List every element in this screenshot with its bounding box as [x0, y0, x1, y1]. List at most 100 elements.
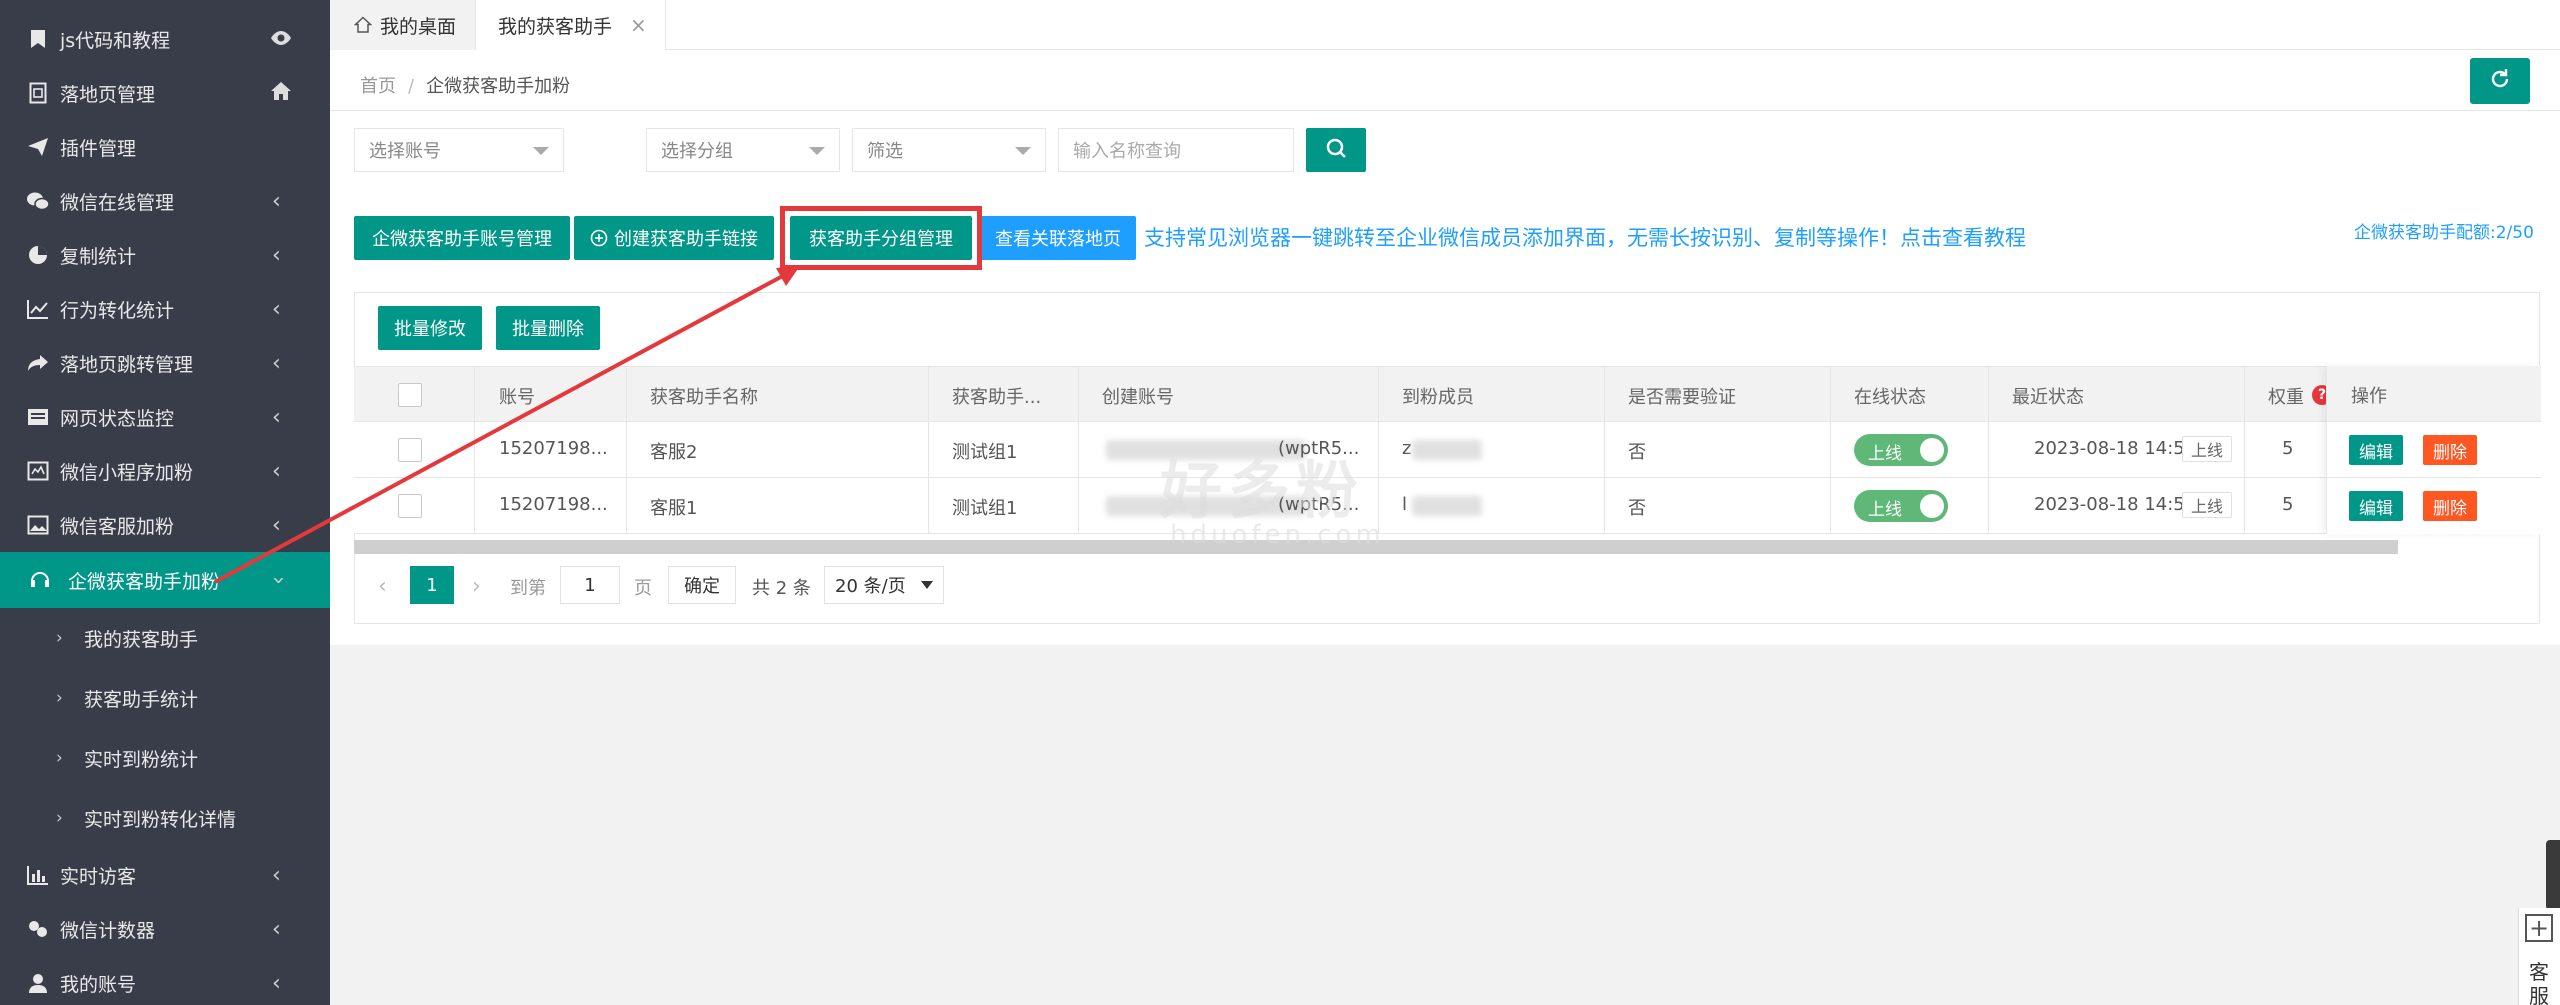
cell-weight: 5	[2282, 494, 2294, 515]
customer-service-widget[interactable]: + 客服	[2518, 908, 2560, 1005]
filter-select[interactable]: 筛选	[852, 128, 1046, 172]
online-toggle-label: 上线	[1868, 500, 1902, 520]
breadcrumb-current: 企微获客助手加粉	[426, 76, 571, 97]
sidebar-item-my-account[interactable]: 我的账号 ‹	[0, 956, 330, 1005]
sidebar-subitem-label: 获客助手统计	[84, 688, 199, 711]
close-icon[interactable]: ×	[630, 13, 647, 37]
sidebar-item-wechat-online[interactable]: 微信在线管理 ‹	[0, 174, 330, 228]
sidebar-item-label: 落地页管理	[60, 83, 156, 106]
name-search-placeholder: 输入名称查询	[1073, 141, 1181, 162]
sidebar-item-wework-assistant[interactable]: 企微获客助手加粉 ‹	[0, 552, 330, 608]
delete-button[interactable]: 删除	[2423, 435, 2477, 465]
sidebar-item-redirect[interactable]: 落地页跳转管理 ‹	[0, 336, 330, 390]
sidebar-subitem-realtime-fans[interactable]: › 实时到粉统计	[0, 728, 330, 788]
search-button[interactable]	[1306, 128, 1366, 172]
sidebar-subitem-my-assistant[interactable]: › 我的获客助手	[0, 608, 330, 668]
sidebar-item-wechat-counter[interactable]: 微信计数器 ‹	[0, 902, 330, 956]
cell-member: z	[1402, 438, 1412, 459]
sidebar-item-js-code[interactable]: js代码和教程	[0, 12, 330, 66]
table-row[interactable]: 15207198... 客服2 测试组1 (wptR5... z 否 上线 20…	[354, 422, 2540, 478]
next-page-icon[interactable]: ›	[472, 574, 481, 599]
user-icon	[26, 971, 50, 995]
chevron-right-icon: ›	[56, 628, 63, 648]
column-divider	[1604, 366, 1605, 534]
cell-account: 15207198...	[499, 438, 608, 459]
per-page-select[interactable]: 20 条/页	[824, 566, 944, 604]
column-divider	[474, 366, 475, 534]
sidebar-item-label: 插件管理	[60, 137, 137, 160]
sidebar-subitem-conversion-details[interactable]: › 实时到粉转化详情	[0, 788, 330, 848]
header-creator[interactable]: 创建账号	[1102, 383, 1174, 409]
cell-name: 客服1	[650, 498, 698, 519]
bookmark-icon	[26, 27, 50, 51]
sidebar-item-label: js代码和教程	[60, 29, 171, 52]
monitor-icon	[26, 405, 50, 429]
tab-bar: 我的桌面 我的获客助手 ×	[330, 0, 2560, 50]
sidebar-item-page-monitor[interactable]: 网页状态监控 ‹	[0, 390, 330, 444]
edit-button[interactable]: 编辑	[2349, 435, 2403, 465]
watermark-logo: 好多粉	[1160, 454, 1365, 527]
sidebar-item-realtime-visitors[interactable]: 实时访客 ‹	[0, 848, 330, 902]
header-online[interactable]: 在线状态	[1854, 383, 1926, 409]
view-landing-page-button[interactable]: 查看关联落地页	[980, 216, 1136, 260]
header-verify[interactable]: 是否需要验证	[1628, 383, 1736, 409]
row-checkbox[interactable]	[398, 494, 422, 518]
caret-down-icon	[921, 581, 933, 589]
online-toggle[interactable]: 上线	[1854, 434, 1948, 466]
chevron-down-icon: ‹	[265, 575, 291, 585]
tab-my-assistant[interactable]: 我的获客助手 ×	[476, 0, 666, 50]
plus-icon[interactable]: +	[2525, 914, 2553, 942]
breadcrumb-home[interactable]: 首页	[360, 76, 396, 97]
account-management-button[interactable]: 企微获客助手账号管理	[354, 216, 570, 260]
table-row[interactable]: 15207198... 客服1 测试组1 (wptR5... l 否 上线 20…	[354, 478, 2540, 534]
highlight-box	[780, 206, 982, 270]
edit-button[interactable]: 编辑	[2349, 491, 2403, 521]
header-member[interactable]: 到粉成员	[1402, 383, 1474, 409]
customer-service-label: 客服	[2529, 960, 2549, 1005]
sidebar-item-wechat-service[interactable]: 微信客服加粉 ‹	[0, 498, 330, 552]
quota-text: 企微获客助手配额:2/50	[2354, 223, 2534, 243]
header-recent[interactable]: 最近状态	[2012, 383, 2084, 409]
page-confirm-button[interactable]: 确定	[668, 566, 736, 604]
counter-icon	[26, 917, 50, 941]
eye-icon[interactable]	[270, 27, 292, 51]
cell-verify: 否	[1628, 442, 1646, 463]
header-name[interactable]: 获客助手名称	[650, 383, 758, 409]
header-weight[interactable]: 权重	[2268, 383, 2304, 409]
batch-edit-button[interactable]: 批量修改	[378, 306, 482, 350]
refresh-button[interactable]	[2470, 58, 2530, 104]
select-all-checkbox[interactable]	[398, 383, 422, 407]
prev-page-icon[interactable]: ‹	[378, 574, 387, 599]
sidebar-item-behavior-stats[interactable]: 行为转化统计 ‹	[0, 282, 330, 336]
tutorial-notice-link[interactable]: 支持常见浏览器一键跳转至企业微信成员添加界面，无需长按识别、复制等操作！点击查看…	[1144, 222, 2026, 252]
page-1-button[interactable]: 1	[410, 566, 454, 604]
account-select[interactable]: 选择账号	[354, 128, 564, 172]
chevron-left-icon: ‹	[272, 970, 281, 996]
delete-button[interactable]: 删除	[2423, 491, 2477, 521]
cell-group: 测试组1	[952, 498, 1018, 519]
home-icon[interactable]	[270, 81, 292, 106]
header-account[interactable]: 账号	[499, 383, 535, 409]
sidebar-item-plugins[interactable]: 插件管理	[0, 120, 330, 174]
header-group[interactable]: 获客助手...	[952, 383, 1041, 409]
page-number-input[interactable]: 1	[560, 566, 620, 604]
paper-plane-icon	[26, 135, 50, 159]
sidebar-item-copy-stats[interactable]: 复制统计 ‹	[0, 228, 330, 282]
wechat-icon	[26, 189, 50, 213]
create-link-label: 创建获客助手链接	[614, 229, 758, 250]
sidebar-item-landing-pages[interactable]: 落地页管理	[0, 66, 330, 120]
name-search-input[interactable]: 输入名称查询	[1058, 128, 1294, 172]
sidebar-item-label: 微信客服加粉	[60, 515, 175, 538]
sidebar-item-mini-program[interactable]: 微信小程序加粉 ‹	[0, 444, 330, 498]
group-select[interactable]: 选择分组	[646, 128, 840, 172]
sidebar-item-label: 微信计数器	[60, 919, 156, 942]
sidebar-subitem-label: 我的获客助手	[84, 628, 199, 651]
sidebar-subitem-label: 实时到粉统计	[84, 748, 199, 771]
create-link-button[interactable]: 创建获客助手链接	[574, 216, 774, 260]
tab-desktop[interactable]: 我的桌面	[330, 0, 476, 50]
plus-circle-icon	[590, 229, 608, 247]
batch-delete-button[interactable]: 批量删除	[496, 306, 600, 350]
online-toggle[interactable]: 上线	[1854, 490, 1948, 522]
row-checkbox[interactable]	[398, 438, 422, 462]
sidebar-subitem-assistant-stats[interactable]: › 获客助手统计	[0, 668, 330, 728]
